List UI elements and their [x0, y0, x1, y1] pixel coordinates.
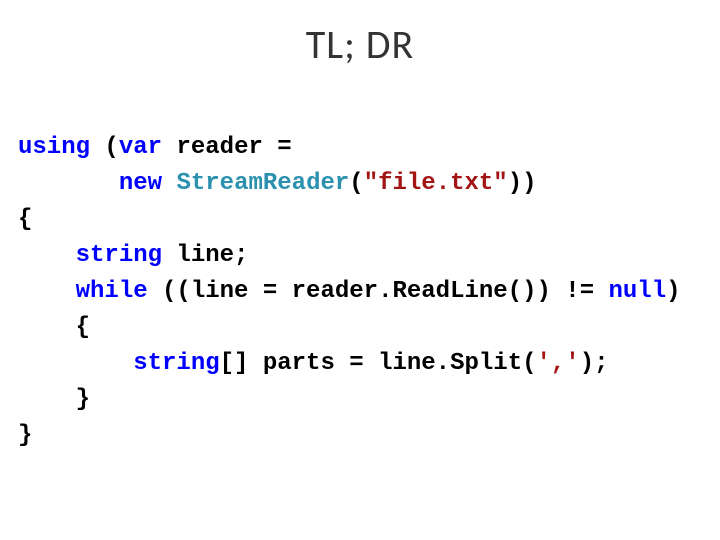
kw-var: var: [119, 134, 162, 161]
kw-using: using: [18, 134, 90, 161]
kw-new: new: [119, 170, 162, 197]
kw-string: string: [76, 242, 162, 269]
kw-null: null: [609, 278, 667, 305]
stmt-end: );: [580, 350, 609, 377]
decl-line: line;: [162, 242, 248, 269]
char-comma: ',': [537, 350, 580, 377]
brace-close-2: }: [76, 386, 90, 413]
paren-close2: )): [508, 170, 537, 197]
paren-open: (: [349, 170, 363, 197]
str-file: "file.txt": [364, 170, 508, 197]
kw-string-arr: string: [133, 350, 219, 377]
slide-title: TL; DR: [0, 0, 720, 69]
brace-close: }: [18, 422, 32, 449]
while-cond: ((line = reader.ReadLine()) !=: [148, 278, 609, 305]
slide: TL; DR using ( var reader = new StreamRea…: [0, 0, 720, 540]
eq: =: [263, 134, 292, 161]
brace-open-2: {: [76, 314, 90, 341]
type-streamreader: StreamReader: [176, 170, 349, 197]
ident-reader: reader: [176, 134, 262, 161]
arr-decl: [] parts = line.Split(: [220, 350, 537, 377]
brace-open: {: [18, 206, 32, 233]
paren-close1: ): [666, 278, 680, 305]
code-block: using (var reader = new StreamReader("fi…: [18, 130, 681, 454]
kw-while: while: [76, 278, 148, 305]
